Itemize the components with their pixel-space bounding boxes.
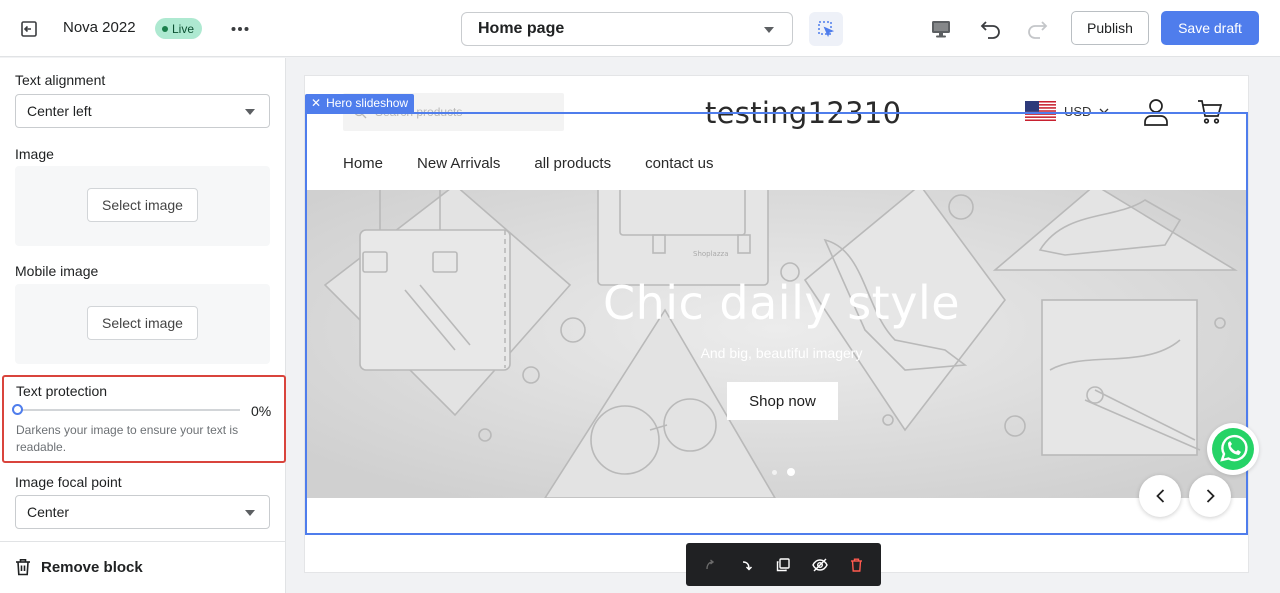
hero-slideshow[interactable]: Shoplazza Chic daily style And big, beau… [305,190,1248,498]
page-selector-value: Home page [478,20,565,37]
text-protection-setting: Text protection 0% Darkens your image to… [2,375,286,463]
trash-icon [851,558,863,572]
nav-new-arrivals[interactable]: New Arrivals [417,155,500,172]
nav-contact-us[interactable]: contact us [645,155,713,172]
currency-selector[interactable]: USD [1025,101,1109,121]
chevron-left-icon [1155,489,1164,503]
hide-block-button[interactable] [806,551,834,579]
chevron-down-icon [1099,108,1109,114]
exit-button[interactable] [16,16,42,42]
shop-now-button[interactable]: Shop now [727,382,838,420]
mobile-image-label: Mobile image [15,263,99,279]
select-mobile-image-button[interactable]: Select image [87,306,198,340]
move-up-button[interactable] [696,551,724,579]
duplicate-icon [777,557,791,571]
currency-value: USD [1064,103,1092,119]
more-dots-icon [231,27,249,31]
focal-point-value: Center [27,504,70,520]
preview-canvas: Search products testing12310 USD Home Ne… [286,58,1280,593]
account-icon[interactable] [1143,98,1169,126]
slide-dot-1[interactable] [772,470,777,475]
remove-block-button[interactable]: Remove block [15,555,143,579]
close-icon[interactable]: ✕ [311,96,321,110]
chevron-down-icon [764,27,774,33]
trash-icon [16,559,30,576]
redo-icon [1028,21,1048,39]
chevron-down-icon [245,109,255,115]
arrow-down-icon [742,560,752,571]
cart-icon[interactable] [1197,99,1223,125]
exit-icon [21,21,37,37]
desktop-preview-button[interactable] [928,16,954,42]
editor-topbar: Nova 2022 Live Home page Publish Save dr… [0,0,1280,57]
text-alignment-select[interactable]: Center left [15,94,270,128]
slide-dot-2-active[interactable] [787,468,795,476]
undo-button[interactable] [978,16,1004,42]
settings-panel: Text alignment Center left Image Select … [0,58,286,593]
nav-home[interactable]: Home [343,155,383,172]
arrow-up-icon [706,558,715,569]
undo-icon [980,21,1000,39]
store-title[interactable]: testing12310 [705,96,901,130]
section-tag-label: Hero slideshow [326,96,409,110]
text-protection-slider-thumb[interactable] [12,404,23,415]
slide-next-button[interactable] [1189,475,1231,517]
page-selector[interactable]: Home page [461,12,793,46]
duplicate-button[interactable] [769,551,797,579]
store-preview-frame: Search products testing12310 USD Home Ne… [305,76,1248,572]
section-tag[interactable]: ✕ Hero slideshow [305,94,415,112]
theme-name: Nova 2022 [63,19,136,36]
select-image-button[interactable]: Select image [87,188,198,222]
inspector-toggle-button[interactable] [809,12,843,46]
block-action-toolbar [686,543,881,586]
hero-background-illustration: Shoplazza [305,190,1248,498]
live-status-badge: Live [155,18,203,39]
hero-title: Chic daily style [602,276,961,330]
delete-block-button[interactable] [843,551,871,579]
eye-off-icon [812,558,828,571]
panel-divider [0,541,286,542]
more-actions-button[interactable] [228,17,252,41]
live-dot-icon [162,25,168,32]
nav-all-products[interactable]: all products [534,155,611,172]
us-flag-icon [1025,101,1056,121]
text-protection-label: Text protection [16,383,108,399]
whatsapp-chat-button[interactable] [1207,423,1259,475]
mobile-image-picker: Select image [15,284,270,364]
slide-prev-button[interactable] [1139,475,1181,517]
text-protection-help: Darkens your image to ensure your text i… [16,423,239,454]
select-element-icon [818,21,835,38]
live-status-label: Live [172,21,195,36]
hero-subtitle: And big, beautiful imagery [700,345,863,361]
move-down-button[interactable] [733,551,761,579]
text-protection-slider-track[interactable] [16,409,240,411]
focal-point-label: Image focal point [15,474,122,490]
text-alignment-value: Center left [27,103,92,119]
desktop-icon [932,21,950,38]
publish-button[interactable]: Publish [1071,11,1149,45]
text-protection-value: 0% [251,403,272,419]
chevron-right-icon [1206,489,1215,503]
text-alignment-label: Text alignment [15,72,106,88]
whatsapp-icon [1212,428,1254,470]
redo-button[interactable] [1024,16,1050,42]
hero-art-label: Shoplazza [693,250,728,258]
chevron-down-icon [245,510,255,516]
image-picker: Select image [15,166,270,246]
focal-point-select[interactable]: Center [15,495,270,529]
save-draft-button[interactable]: Save draft [1161,11,1259,45]
image-label: Image [15,146,54,162]
store-main-nav: Home New Arrivals all products contact u… [343,155,713,172]
remove-block-label: Remove block [41,558,143,576]
